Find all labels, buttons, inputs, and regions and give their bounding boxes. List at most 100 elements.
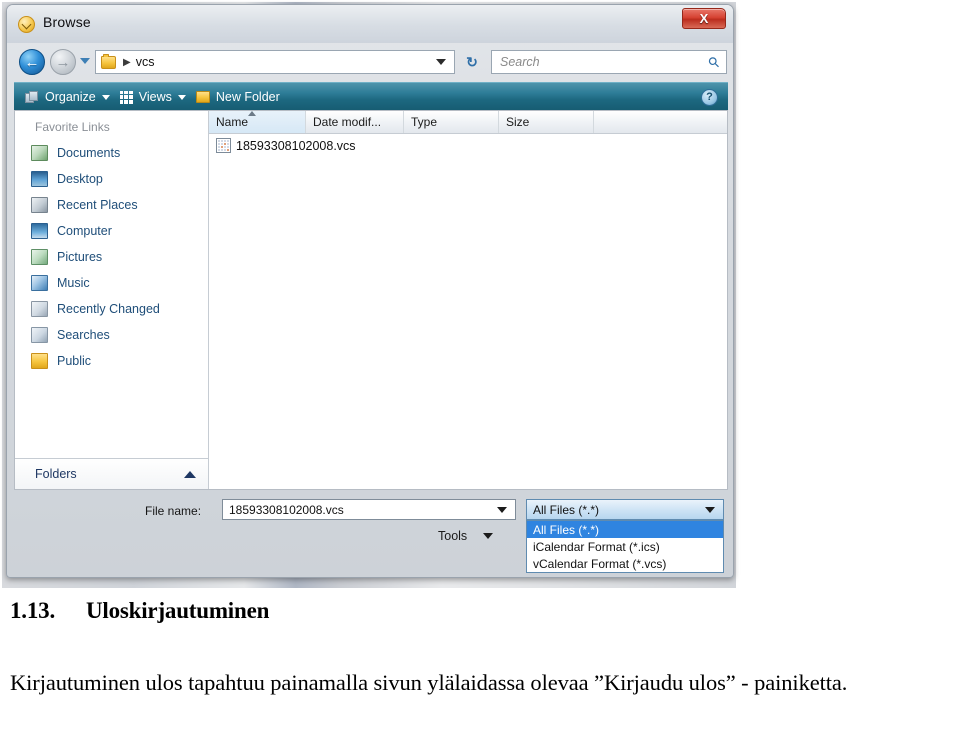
address-dropdown-icon[interactable]: [436, 59, 446, 65]
filter-option-vcalendar[interactable]: vCalendar Format (*.vcs): [527, 555, 723, 572]
tools-button[interactable]: Tools: [438, 529, 494, 543]
sidebar-item-music[interactable]: Music: [15, 270, 208, 296]
recently-changed-icon: [31, 301, 48, 317]
sidebar-item-recent-places[interactable]: Recent Places: [15, 192, 208, 218]
chevron-down-icon: [101, 94, 110, 100]
organize-label: Organize: [45, 90, 96, 104]
sidebar-item-searches[interactable]: Searches: [15, 322, 208, 348]
sort-ascending-icon: [248, 111, 256, 116]
folder-icon: [101, 53, 116, 69]
column-header-type[interactable]: Type: [404, 111, 499, 133]
organize-button[interactable]: Organize: [20, 83, 115, 111]
sidebar-item-label: Pictures: [57, 250, 103, 264]
sidebar-item-computer[interactable]: Computer: [15, 218, 208, 244]
help-button[interactable]: ?: [701, 88, 718, 106]
sidebar-item-label: Documents: [57, 146, 121, 160]
column-header-date-modified[interactable]: Date modif...: [306, 111, 404, 133]
column-label: Type: [411, 115, 438, 129]
help-icon: ?: [706, 91, 713, 103]
views-label: Views: [138, 90, 172, 104]
column-label: Name: [216, 115, 249, 129]
dialog-footer: File name: 18593308102008.vcs All Files …: [14, 495, 728, 573]
column-header-blank[interactable]: [594, 111, 727, 133]
public-folder-icon: [31, 353, 48, 369]
filter-option-label: iCalendar Format (*.ics): [533, 539, 660, 554]
file-list: Name Date modif... Type Size 18593308102…: [209, 111, 727, 489]
new-folder-button[interactable]: New Folder: [191, 83, 285, 111]
sidebar-item-desktop[interactable]: Desktop: [15, 166, 208, 192]
browse-window: Browse X ← → ▶ vcs ↻ Search ⚲ Organize V…: [6, 4, 734, 578]
sidebar-item-documents[interactable]: Documents: [15, 140, 208, 166]
sidebar-item-recently-changed[interactable]: Recently Changed: [15, 296, 208, 322]
dialog-body: Favorite Links Documents Desktop Recent …: [14, 110, 728, 490]
file-name-field-label: File name:: [145, 504, 202, 518]
sidebar-item-pictures[interactable]: Pictures: [15, 244, 208, 270]
favorite-links-sidebar: Favorite Links Documents Desktop Recent …: [15, 111, 209, 489]
search-input[interactable]: Search: [500, 55, 540, 69]
views-button[interactable]: Views: [115, 83, 191, 111]
sidebar-item-public[interactable]: Public: [15, 348, 208, 374]
column-header-size[interactable]: Size: [499, 111, 594, 133]
section-title: Uloskirjautuminen: [86, 598, 270, 623]
close-icon: X: [699, 11, 709, 26]
browse-dialog-screenshot: Browse X ← → ▶ vcs ↻ Search ⚲ Organize V…: [0, 0, 740, 592]
section-heading: 1.13. Uloskirjautuminen: [0, 598, 960, 624]
address-bar[interactable]: ▶ vcs: [95, 50, 455, 74]
file-type-filter-dropdown[interactable]: All Files (*.*) iCalendar Format (*.ics)…: [526, 520, 724, 573]
column-header-row: Name Date modif... Type Size: [209, 111, 727, 134]
tools-label: Tools: [438, 529, 468, 543]
chevron-down-icon[interactable]: [497, 506, 507, 513]
forward-arrow-icon: →: [55, 53, 71, 71]
sidebar-item-label: Music: [57, 276, 90, 290]
search-box[interactable]: Search ⚲: [491, 50, 727, 74]
refresh-icon: ↻: [466, 53, 478, 70]
filter-option-label: vCalendar Format (*.vcs): [533, 556, 667, 571]
close-button[interactable]: X: [682, 8, 726, 29]
breadcrumb-vcs[interactable]: vcs: [136, 55, 155, 69]
history-dropdown-icon[interactable]: [80, 58, 90, 64]
views-grid-icon: [119, 90, 133, 104]
searches-icon: [31, 327, 48, 343]
browse-circle-icon: [18, 16, 35, 33]
sidebar-item-label: Computer: [57, 224, 112, 238]
column-label: Size: [506, 115, 530, 129]
command-toolbar: Organize Views New Folder ?: [14, 82, 728, 111]
file-row[interactable]: 18593308102008.vcs: [209, 134, 727, 157]
organize-icon: [25, 90, 39, 104]
sidebar-item-label: Recently Changed: [57, 302, 160, 316]
sidebar-title: Favorite Links: [35, 120, 110, 134]
documents-icon: [31, 145, 48, 161]
column-header-name[interactable]: Name: [209, 111, 306, 133]
recent-places-icon: [31, 197, 48, 213]
window-titlebar: Browse X: [7, 5, 733, 43]
sidebar-list: Documents Desktop Recent Places Computer: [15, 140, 208, 458]
sidebar-item-label: Public: [57, 354, 92, 368]
section-number: 1.13.: [10, 598, 56, 623]
folders-label: Folders: [35, 467, 77, 481]
desktop-icon: [31, 171, 48, 187]
sidebar-item-label: Desktop: [57, 172, 103, 186]
document-text-section: 1.13. Uloskirjautuminen Kirjautuminen ul…: [0, 598, 960, 698]
file-name-value: 18593308102008.vcs: [229, 502, 344, 517]
file-type-filter-value: All Files (*.*): [533, 502, 600, 517]
filter-option-all-files[interactable]: All Files (*.*): [527, 521, 723, 538]
chevron-down-icon[interactable]: [705, 506, 715, 513]
refresh-button[interactable]: ↻: [459, 50, 485, 74]
column-label: Date modif...: [313, 115, 382, 129]
section-paragraph: Kirjautuminen ulos tapahtuu painamalla s…: [10, 670, 848, 695]
file-type-filter-combo[interactable]: All Files (*.*): [526, 499, 724, 520]
sidebar-item-label: Recent Places: [57, 198, 138, 212]
forward-button[interactable]: →: [50, 49, 76, 75]
new-folder-icon: [195, 91, 210, 103]
filter-option-label: All Files (*.*): [533, 522, 600, 537]
back-arrow-icon: ←: [24, 53, 40, 71]
filter-option-icalendar[interactable]: iCalendar Format (*.ics): [527, 538, 723, 555]
back-button[interactable]: ←: [19, 49, 45, 75]
search-icon: ⚲: [704, 52, 723, 71]
window-title: Browse: [43, 14, 91, 30]
file-name-input[interactable]: 18593308102008.vcs: [222, 499, 516, 520]
folders-expander[interactable]: Folders: [15, 458, 208, 489]
sidebar-item-label: Searches: [57, 328, 110, 342]
navigation-bar: ← → ▶ vcs ↻ Search ⚲: [7, 43, 733, 81]
chevron-down-icon: [483, 533, 494, 539]
